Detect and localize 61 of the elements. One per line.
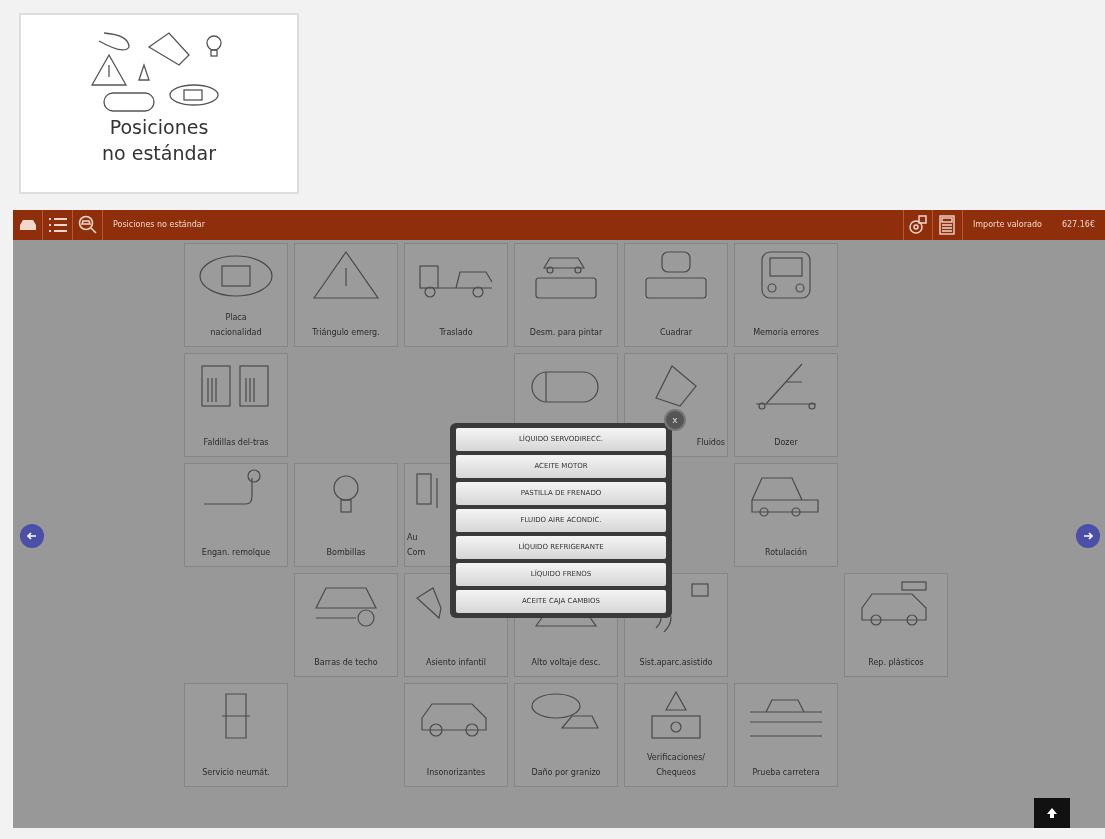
item-label: Desm. para pintar [529, 326, 603, 339]
arrow-right-icon [1083, 531, 1093, 541]
item-label: Bombillas [326, 546, 366, 559]
calculator-icon [939, 215, 956, 235]
breadcrumb-text: Posiciones no estándar [112, 219, 207, 231]
item-tile[interactable]: Dozer [734, 353, 838, 457]
item-label: Cuadrar [659, 326, 693, 339]
item-label: Dozer [774, 436, 798, 449]
next-button[interactable] [1076, 524, 1100, 548]
item-tile[interactable]: Traslado [404, 243, 508, 347]
total-value: 627.16€ [1060, 219, 1096, 231]
item-tile[interactable]: Cuadrar [624, 243, 728, 347]
item-tile[interactable]: Placa nacionalidad [184, 243, 288, 347]
item-tile[interactable]: Servicio neumát. [184, 683, 288, 787]
previous-button[interactable] [20, 524, 44, 548]
item-tile[interactable]: Barras de techo [294, 573, 398, 677]
item-label: Servicio neumát. [202, 766, 270, 779]
item-tile[interactable]: Desm. para pintar [514, 243, 618, 347]
item-label: Chequeos [655, 766, 697, 779]
item-tile[interactable]: Daño por granizo [514, 683, 618, 787]
list-icon [47, 217, 68, 233]
item-label: Placa [224, 311, 248, 324]
item-tile[interactable]: Prueba carretera [734, 683, 838, 787]
item-tile[interactable]: Memoria errores [734, 243, 838, 347]
item-tile[interactable]: Rotulación [734, 463, 838, 567]
item-label: Rotulación [765, 546, 807, 559]
item-label: Barras de techo [314, 656, 378, 669]
item-label: Asiento infantil [425, 656, 487, 669]
item-tile[interactable]: Bombillas [294, 463, 398, 567]
item-tile[interactable]: Faldillas del-tras [184, 353, 288, 457]
gear-icon [907, 215, 928, 235]
item-label: Engan. remolque [201, 546, 271, 559]
item-label: Prueba carretera [752, 766, 820, 779]
item-tile[interactable]: Rep. plásticos [844, 573, 948, 677]
scroll-top-button[interactable] [1034, 798, 1070, 828]
category-card[interactable]: Posiciones no estándar [19, 13, 299, 194]
item-tile[interactable]: Verificaciones/ Chequeos [624, 683, 728, 787]
item-label: Memoria errores [753, 326, 819, 339]
item-label: Au [407, 531, 419, 544]
item-label: Fluidos [696, 436, 725, 449]
item-label: Faldillas del-tras [203, 436, 269, 449]
item-label: nacionalidad [210, 326, 262, 339]
car-search-icon [77, 215, 98, 235]
arrow-up-icon [1046, 807, 1058, 819]
card-label: no estándar [102, 140, 216, 166]
item-tile[interactable]: Triángulo emerg. [294, 243, 398, 347]
car-icon [17, 219, 38, 231]
item-label: Sist.aparc.asistido [639, 656, 713, 669]
item-tile[interactable]: Insonorizantes [404, 683, 508, 787]
item-label: Rep. plásticos [868, 656, 924, 669]
card-label: Posiciones [109, 115, 209, 140]
total-label: Importe valorado [971, 219, 1043, 231]
item-label: Verificaciones/ [647, 751, 705, 764]
item-label: Com [407, 546, 426, 559]
item-label: Triángulo emerg. [312, 326, 380, 339]
item-tile[interactable]: Engan. remolque [184, 463, 288, 567]
item-label: Insonorizantes [426, 766, 486, 779]
item-label: Daño por granizo [531, 766, 601, 779]
arrow-left-icon [27, 531, 37, 541]
item-label: Alto voltaje desc. [531, 656, 601, 669]
item-label: Traslado [439, 326, 473, 339]
